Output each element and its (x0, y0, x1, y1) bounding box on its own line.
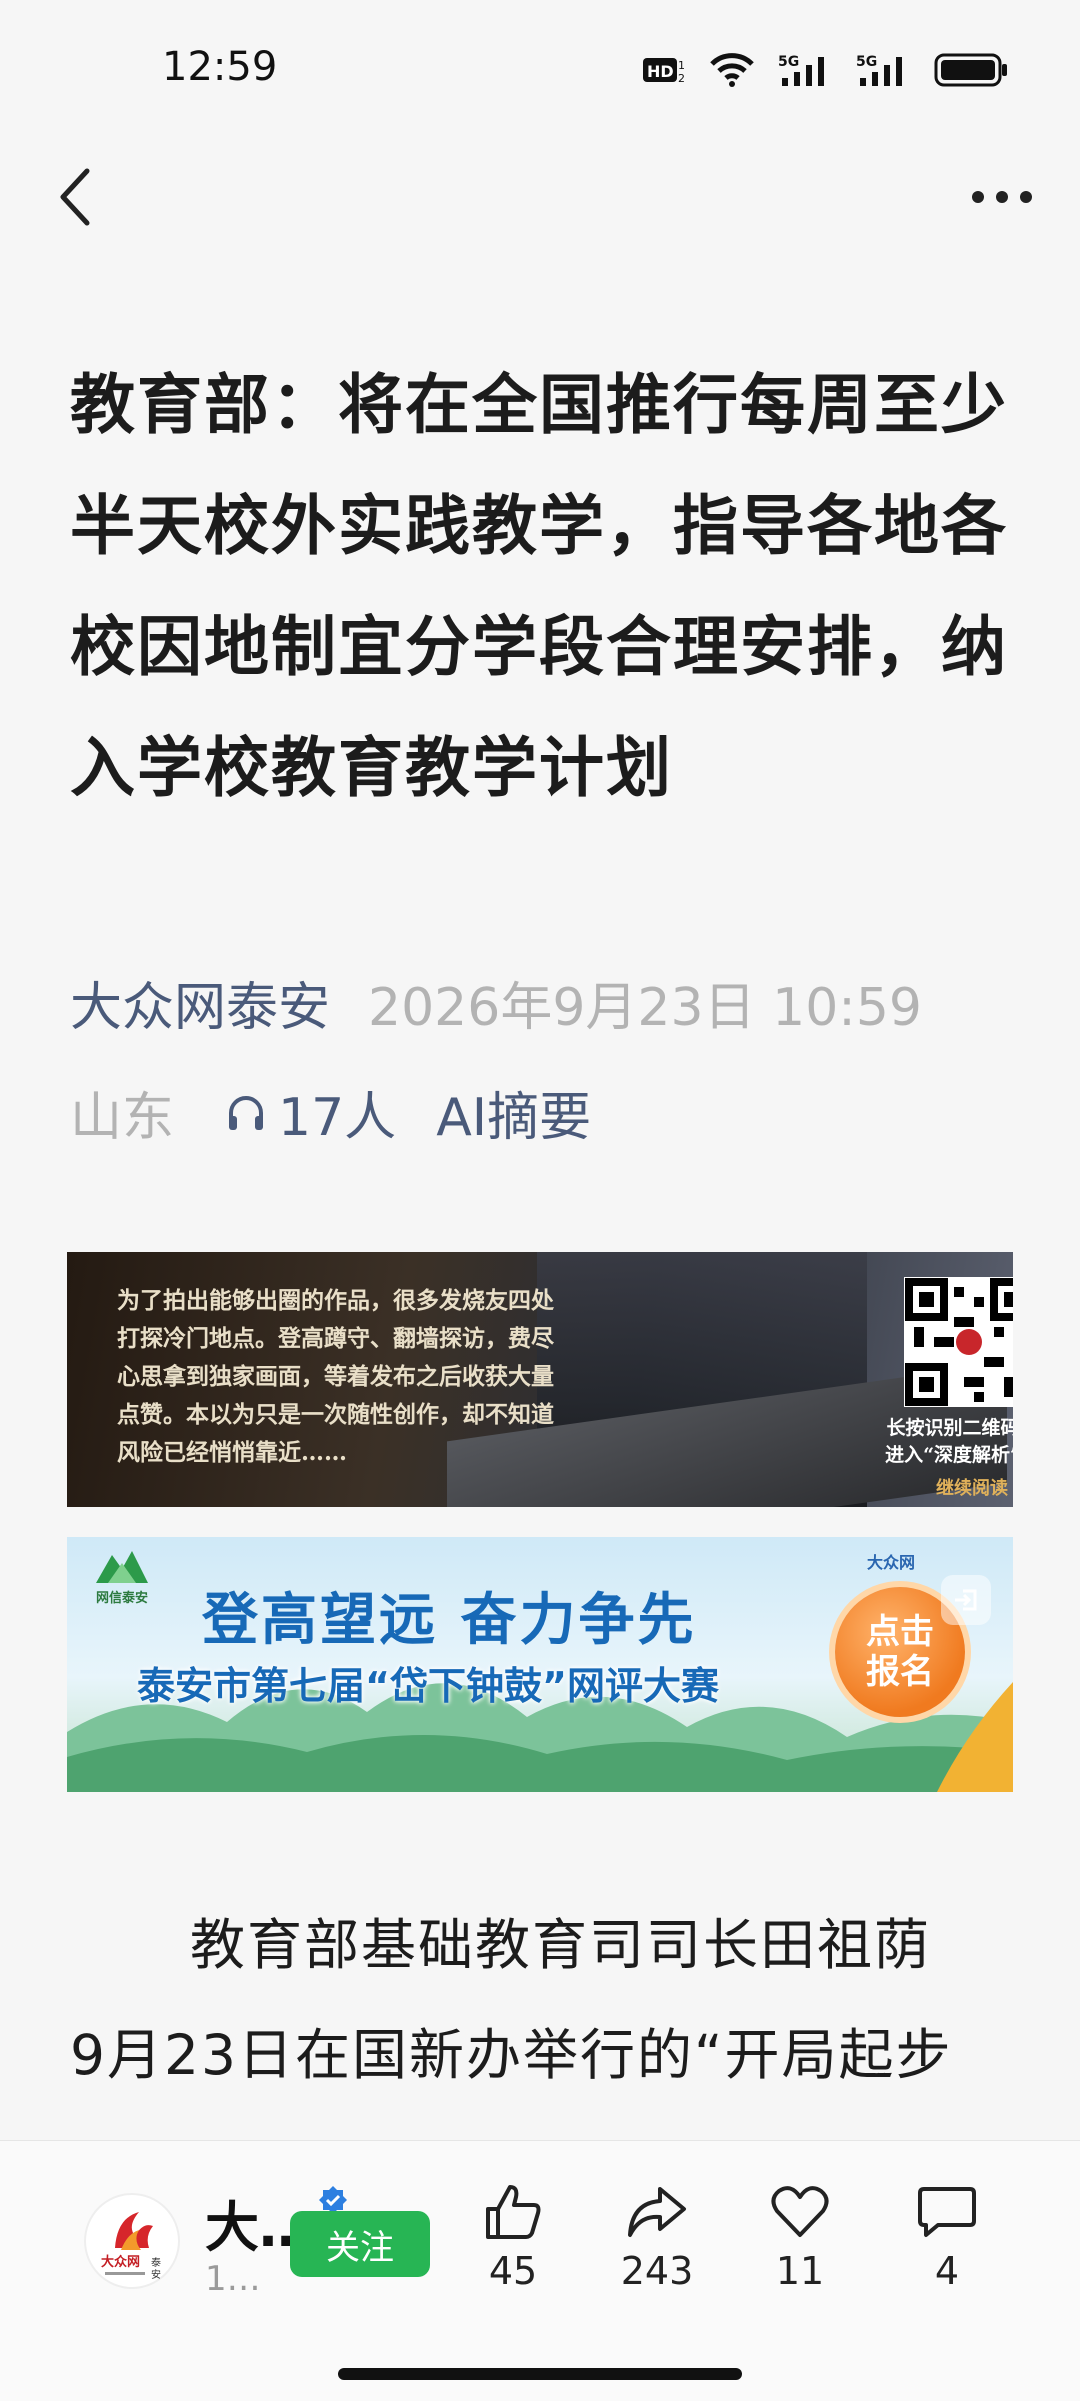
favorite-count: 11 (775, 2249, 825, 2293)
promo-banner-deep-analysis[interactable]: 为了拍出能够出圈的作品，很多发烧友四处打探冷门地点。登高蹲守、翻墙探访，费尽心思… (67, 1252, 1013, 1507)
author-avatar[interactable]: 大众网 泰 安 (84, 2193, 180, 2289)
comment-button[interactable]: 4 (892, 2181, 1002, 2293)
wifi-icon (710, 53, 754, 87)
listener-count: 17人 (278, 1088, 397, 1148)
like-count: 45 (488, 2249, 538, 2293)
status-bar: 12:59 HD 1 2 5G 5G (0, 0, 1080, 140)
listen-button[interactable]: 17人 (226, 1075, 396, 1150)
mountain-logo-icon (96, 1551, 148, 1583)
share-arrow-icon (628, 2187, 686, 2237)
share-count: 243 (620, 2249, 694, 2293)
5g-signal-icon: 5G (778, 54, 824, 86)
article-meta: 大众网泰安 2026年9月23日 10:59 (70, 965, 922, 1040)
promo-banner-contest[interactable]: 大众网 网信泰安 登高望远 奋力争先 泰安市第七届“岱下钟鼓”网评大赛 点击报名 (67, 1537, 1013, 1792)
svg-text:5G: 5G (856, 54, 877, 70)
nav-bar (0, 150, 1080, 240)
home-indicator[interactable] (338, 2368, 742, 2380)
region-label: 山东 (70, 1088, 175, 1148)
svg-text:HD: HD (647, 62, 674, 81)
banner-text: 为了拍出能够出圈的作品，很多发烧友四处打探冷门地点。登高蹲守、翻墙探访，费尽心思… (117, 1287, 554, 1466)
article-body: 教育部基础教育司司长田祖荫 9月23日在国新办举行的“开局起步 (70, 1890, 1020, 2110)
signup-label: 点击报名 (866, 1612, 934, 1692)
headphones-icon (229, 1095, 264, 1130)
continue-reading-link[interactable]: 继续阅读 (917, 1474, 1013, 1500)
favorite-button[interactable]: 11 (745, 2181, 855, 2293)
5g-signal-icon: 5G (856, 54, 902, 86)
logo-text: 网信泰安 (95, 1591, 148, 1606)
follow-button[interactable]: 关注 (290, 2211, 430, 2277)
svg-text:5G: 5G (778, 54, 799, 70)
ai-summary-button[interactable]: AI摘要 (436, 1075, 591, 1150)
wangxin-taian-logo: 网信泰安 (87, 1547, 157, 1607)
comment-bubble-icon (918, 2187, 976, 2237)
source-link[interactable]: 大众网泰安 (70, 978, 330, 1038)
svg-text:2: 2 (678, 72, 685, 85)
svg-text:安: 安 (151, 2268, 161, 2281)
body-paragraph: 教育部基础教育司司长田祖荫 (190, 1913, 932, 1977)
qr-code-icon (904, 1277, 1013, 1407)
svg-text:1: 1 (678, 59, 685, 72)
thumbs-up-icon (486, 2185, 541, 2239)
body-paragraph: 9月23日在国新办举行的“开局起步 (70, 2023, 953, 2087)
chevron-left-icon (60, 168, 90, 226)
open-link-icon[interactable] (941, 1575, 991, 1625)
share-button[interactable]: 243 (602, 2181, 712, 2293)
comment-count: 4 (934, 2249, 960, 2293)
like-button[interactable]: 45 (458, 2181, 568, 2293)
article-title: 教育部：将在全国推行每周至少半天校外实践教学，指导各地各校因地制宜分学段合理安排… (70, 368, 1009, 806)
author-subtitle: 1… (205, 2259, 261, 2299)
qr-caption-line2: 进入“深度解析”栏目 (885, 1444, 1013, 1466)
article-meta-secondary: 山东 17人 AI摘要 (70, 1075, 591, 1150)
back-button[interactable] (40, 162, 110, 232)
heart-icon (771, 2186, 829, 2237)
contest-title: 泰安市第七届“岱下钟鼓”网评大赛 (137, 1664, 719, 1708)
status-time: 12:59 (162, 44, 278, 90)
brand-label: 大众网 (867, 1553, 916, 1572)
bottom-action-bar: 大众网 泰 安 大… 1… 关注 45 243 11 4 (0, 2140, 1080, 2401)
qr-caption-line1: 长按识别二维码关注 (886, 1417, 1013, 1439)
svg-text:大众网: 大众网 (101, 2254, 140, 2270)
qr-caption: 长按识别二维码关注 进入“深度解析”栏目 (857, 1415, 1013, 1469)
more-dots-icon (972, 191, 1032, 203)
status-icons: HD 1 2 5G 5G (642, 50, 1010, 90)
banner-slogan: 登高望远 奋力争先 (202, 1588, 697, 1653)
battery-icon (934, 53, 1007, 87)
more-options-button[interactable] (962, 162, 1042, 232)
svg-text:泰: 泰 (151, 2256, 161, 2269)
hd-icon: HD 1 2 (643, 58, 685, 85)
publish-datetime: 2026年9月23日 10:59 (368, 978, 922, 1038)
